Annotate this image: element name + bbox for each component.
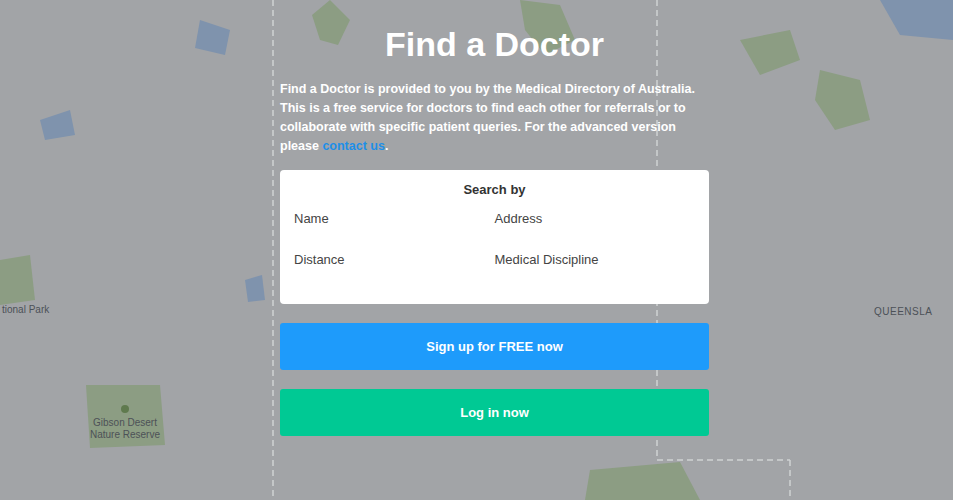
- search-card: Search by NameAddress DistanceMedical Disc…: [280, 170, 709, 304]
- search-heading: Search by: [294, 182, 695, 198]
- reserve-marker-icon: [121, 405, 129, 413]
- intro-text: Find a Doctor is provided to you by the …: [280, 80, 709, 156]
- find-doctor-panel: Find a Doctor Find a Doctor is provided t…: [280, 0, 709, 436]
- contact-link[interactable]: contact us: [322, 139, 385, 153]
- page: tional Park Gibson Desert Nature Reserve Q…: [0, 0, 953, 500]
- map-label: tional Park: [2, 304, 49, 316]
- page-title: Find a Doctor: [280, 22, 709, 66]
- map-label: QUEENSLA: [874, 306, 932, 318]
- search-options: NameAddress DistanceMedical Discipline: [294, 210, 695, 268]
- map-label: Gibson Desert Nature Reserve: [82, 417, 168, 441]
- search-option[interactable]: Name: [294, 210, 495, 227]
- action-button[interactable]: Sign up for FREE now: [280, 323, 709, 370]
- search-option[interactable]: Medical Discipline: [495, 251, 696, 268]
- action-button[interactable]: Log in now: [280, 389, 709, 436]
- search-option[interactable]: Address: [495, 210, 696, 227]
- search-option[interactable]: Distance: [294, 251, 495, 268]
